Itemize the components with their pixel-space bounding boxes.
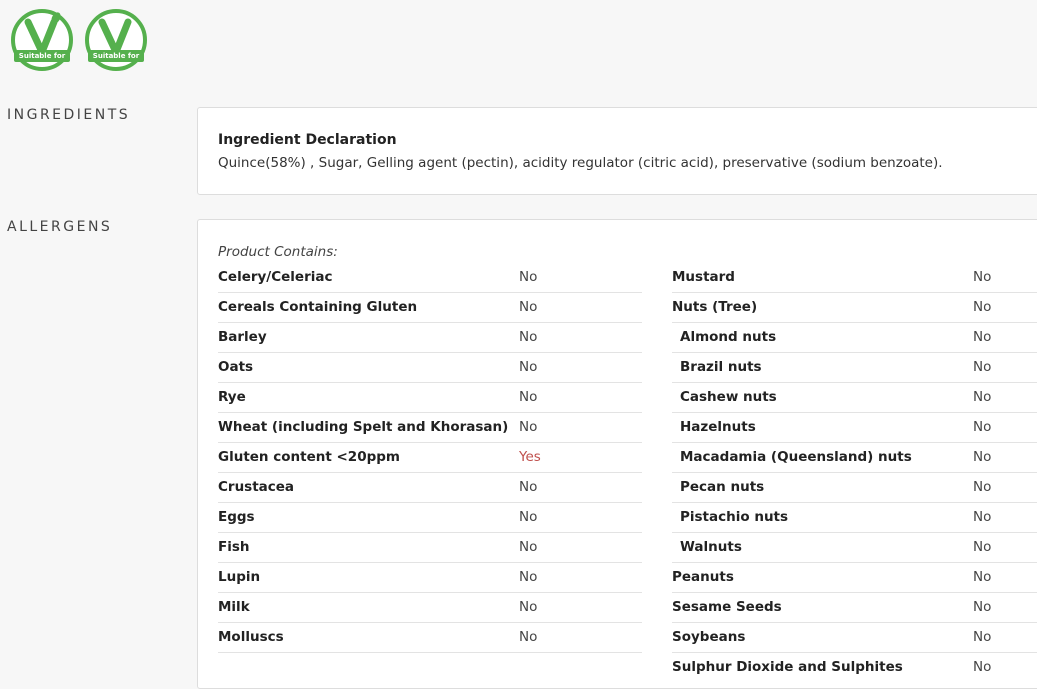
allergen-name: Walnuts: [680, 539, 742, 555]
allergen-row: Rye No: [218, 383, 642, 413]
allergen-value: No: [519, 539, 538, 555]
allergen-value: No: [519, 569, 538, 585]
allergen-name: Gluten content <20ppm: [218, 449, 400, 465]
allergen-name: Crustacea: [218, 479, 295, 495]
allergen-name: Hazelnuts: [680, 419, 756, 435]
allergen-row: Pecan nuts No: [672, 473, 1037, 503]
allergen-name: Eggs: [218, 509, 255, 525]
allergen-value: No: [973, 479, 992, 495]
allergen-name: Pecan nuts: [680, 479, 765, 495]
allergen-row: Brazil nuts No: [672, 353, 1037, 383]
allergens-section-label: ALLERGENS: [7, 219, 113, 235]
allergen-row: Molluscs No: [218, 623, 642, 653]
allergen-row: Crustacea No: [218, 473, 642, 503]
allergen-row: Almond nuts No: [672, 323, 1037, 353]
allergen-name: Wheat (including Spelt and Khorasan): [218, 419, 509, 435]
allergen-row: Sulphur Dioxide and Sulphites No: [672, 653, 1037, 682]
allergen-row: Cereals Containing Gluten No: [218, 293, 642, 323]
allergen-name: Macadamia (Queensland) nuts: [680, 449, 912, 465]
allergen-value: No: [519, 329, 538, 345]
allergen-value: No: [519, 599, 538, 615]
allergen-value: Yes: [519, 449, 541, 465]
vegetarian-badge: Suitable for: [10, 8, 74, 72]
product-contains-label: Product Contains:: [218, 244, 338, 260]
allergen-row: Soybeans No: [672, 623, 1037, 653]
allergen-value: No: [973, 569, 992, 585]
suitability-badges: Suitable for Suitable for: [10, 8, 148, 72]
allergen-value: No: [973, 329, 992, 345]
allergen-row: Fish No: [218, 533, 642, 563]
allergen-name: Sesame Seeds: [672, 599, 782, 615]
allergens-card: Product Contains: Celery/Celeriac No Cerea…: [197, 219, 1037, 689]
allergen-row: Eggs No: [218, 503, 642, 533]
ingredients-card: Ingredient Declaration Quince(58%) , Sug…: [197, 107, 1037, 195]
allergen-row: Pistachio nuts No: [672, 503, 1037, 533]
allergen-name: Brazil nuts: [680, 359, 762, 375]
allergen-name: Barley: [218, 329, 267, 345]
allergen-name: Pistachio nuts: [680, 509, 789, 525]
allergen-row: Macadamia (Queensland) nuts No: [672, 443, 1037, 473]
allergen-name: Cashew nuts: [680, 389, 777, 405]
allergen-row: Lupin No: [218, 563, 642, 593]
allergen-row: Barley No: [218, 323, 642, 353]
allergen-value: No: [519, 419, 538, 435]
allergen-row: Sesame Seeds No: [672, 593, 1037, 623]
allergen-row: Hazelnuts No: [672, 413, 1037, 443]
badge-label: Suitable for: [14, 50, 70, 62]
allergen-list-right: Mustard No Nuts (Tree) No Almond nuts No Brazi…: [672, 263, 1037, 682]
allergen-row: Mustard No: [672, 263, 1037, 293]
allergen-value: No: [973, 449, 992, 465]
allergen-value: No: [519, 389, 538, 405]
allergen-row: Walnuts No: [672, 533, 1037, 563]
allergen-name: Cereals Containing Gluten: [218, 299, 418, 315]
vegetarian-badge: Suitable for: [84, 8, 148, 72]
allergen-row: Gluten content <20ppm Yes: [218, 443, 642, 473]
allergen-name: Almond nuts: [680, 329, 777, 345]
allergen-name: Oats: [218, 359, 254, 375]
allergen-row: Cashew nuts No: [672, 383, 1037, 413]
badge-label: Suitable for: [88, 50, 144, 62]
allergen-row: Nuts (Tree) No: [672, 293, 1037, 323]
allergen-name: Nuts (Tree): [672, 299, 758, 315]
allergen-value: No: [519, 629, 538, 645]
allergen-value: No: [519, 359, 538, 375]
allergen-value: No: [973, 419, 992, 435]
vegetarian-v-icon: [11, 9, 73, 71]
allergen-name: Fish: [218, 539, 250, 555]
allergen-list-left: Celery/Celeriac No Cereals Containing Glut…: [218, 263, 642, 653]
allergen-name: Sulphur Dioxide and Sulphites: [672, 659, 903, 675]
allergen-name: Soybeans: [672, 629, 746, 645]
allergen-value: No: [973, 299, 992, 315]
allergen-value: No: [519, 479, 538, 495]
allergen-value: No: [973, 389, 992, 405]
allergen-value: No: [973, 269, 992, 285]
allergen-row: Milk No: [218, 593, 642, 623]
allergen-value: No: [519, 299, 538, 315]
allergen-value: No: [973, 509, 992, 525]
ingredient-declaration-title: Ingredient Declaration: [218, 132, 397, 148]
allergen-value: No: [973, 629, 992, 645]
allergen-value: No: [973, 599, 992, 615]
allergen-value: No: [519, 269, 538, 285]
allergen-name: Celery/Celeriac: [218, 269, 333, 285]
allergen-value: No: [973, 359, 992, 375]
allergen-name: Lupin: [218, 569, 261, 585]
ingredient-declaration-text: Quince(58%) , Sugar, Gelling agent (pect…: [218, 155, 943, 171]
allergen-name: Milk: [218, 599, 250, 615]
allergen-row: Wheat (including Spelt and Khorasan) No: [218, 413, 642, 443]
allergen-name: Molluscs: [218, 629, 284, 645]
vegetarian-v-icon: [85, 9, 147, 71]
allergen-name: Mustard: [672, 269, 735, 285]
allergen-row: Celery/Celeriac No: [218, 263, 642, 293]
allergen-name: Rye: [218, 389, 246, 405]
ingredients-section-label: INGREDIENTS: [7, 107, 131, 123]
allergen-name: Peanuts: [672, 569, 734, 585]
allergen-row: Peanuts No: [672, 563, 1037, 593]
allergen-value: No: [519, 509, 538, 525]
allergen-value: No: [973, 539, 992, 555]
allergen-value: No: [973, 659, 992, 675]
allergen-row: Oats No: [218, 353, 642, 383]
